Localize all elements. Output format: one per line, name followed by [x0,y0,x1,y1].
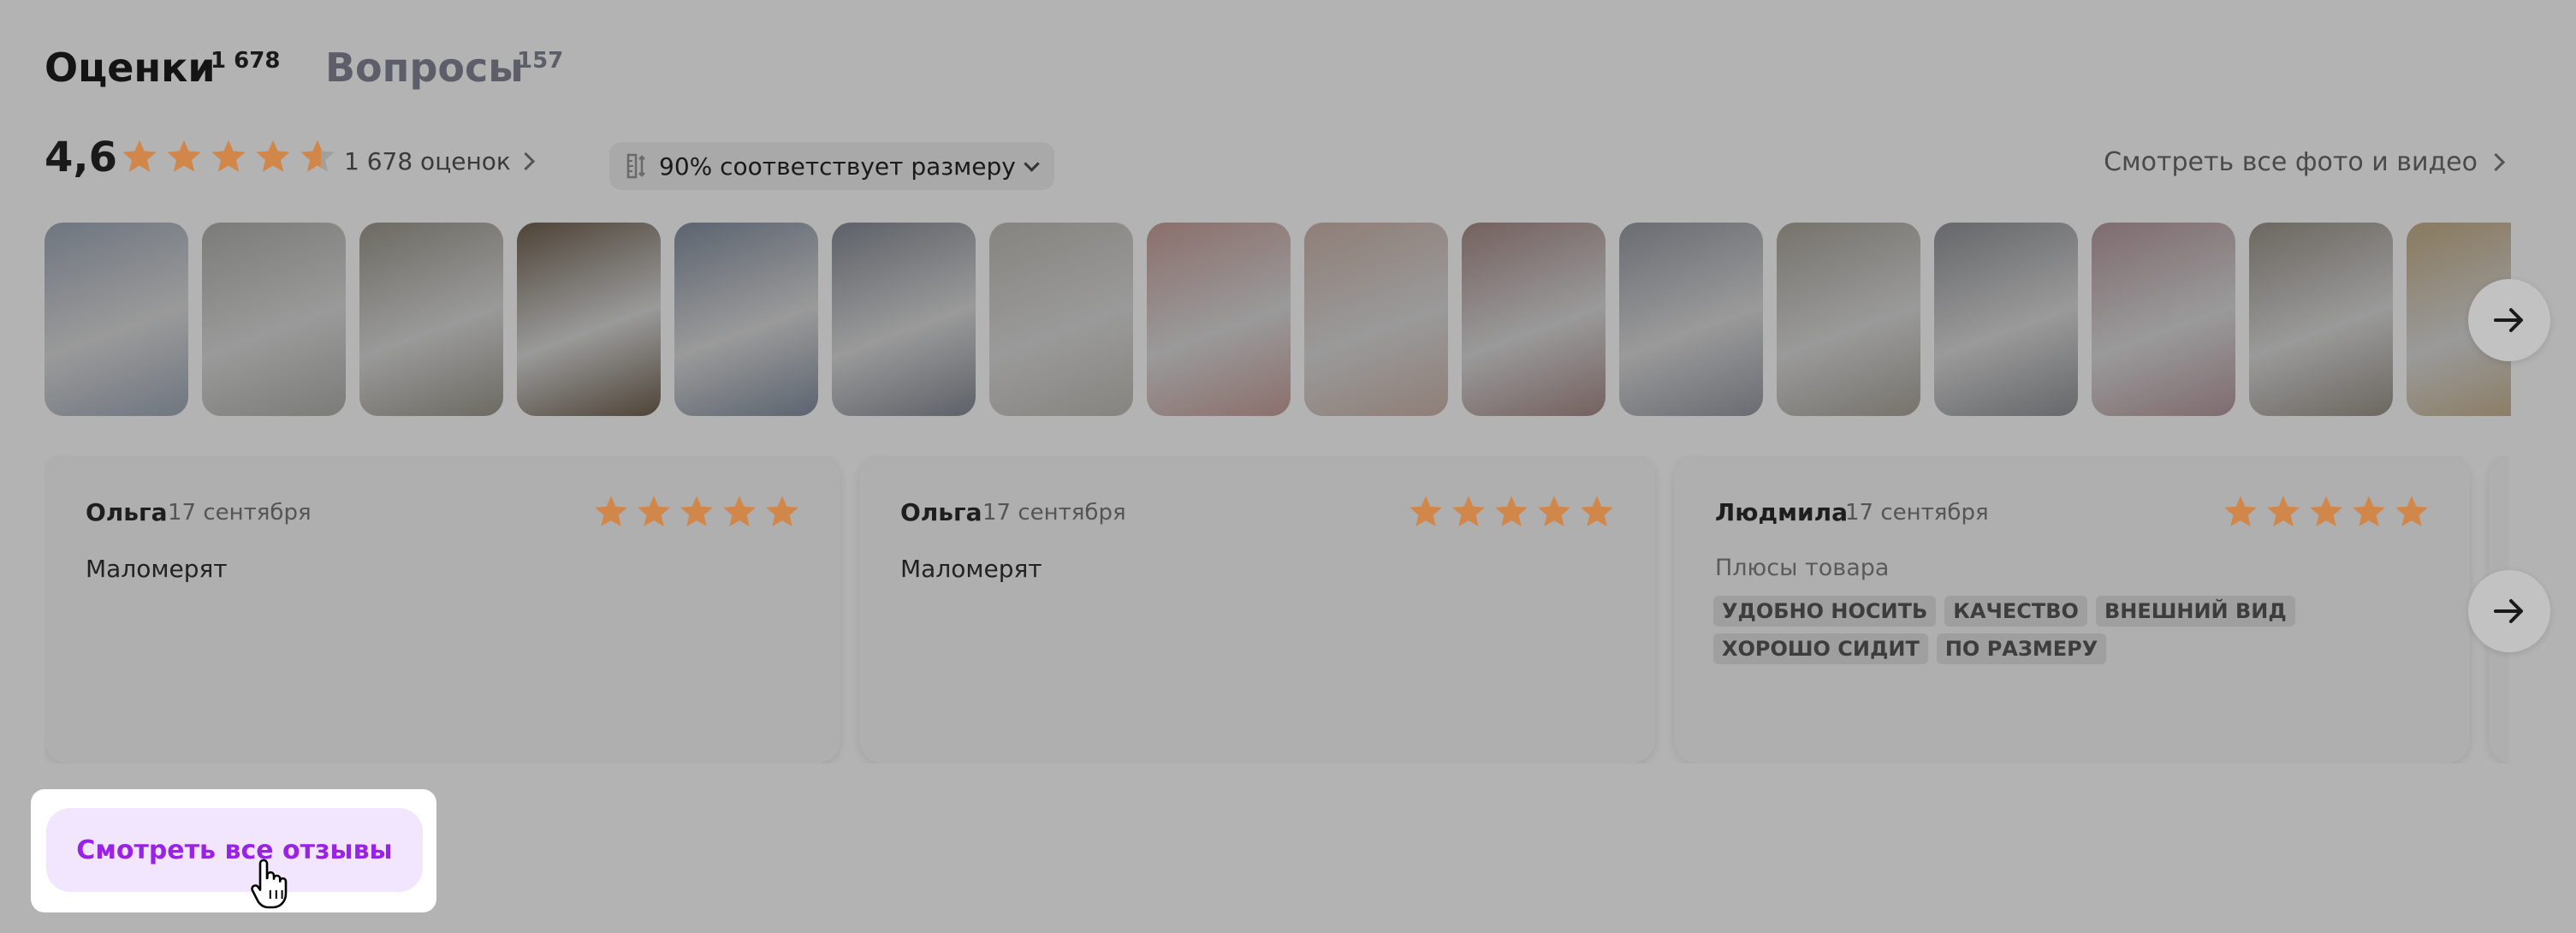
review-date: 17 сентября [982,500,1126,526]
photo-thumbnail[interactable] [832,223,976,416]
review-text: Маломерят [900,555,1042,583]
star-icon [2267,496,2300,527]
review-author: Людмила [1715,498,1848,526]
all-reviews-button[interactable]: Смотреть все отзывы [46,808,423,892]
photo-thumbnail[interactable] [2249,223,2393,416]
star-icon [2224,496,2257,527]
photo-thumbnail[interactable] [1304,223,1448,416]
tab-ratings-count: 1 678 [211,48,281,74]
review-tag: УДОБНО НОСИТЬ [1713,596,1937,627]
hand-cursor-icon [251,859,288,909]
review-tags: УДОБНО НОСИТЬ КАЧЕСТВО ВНЕШНИЙ ВИД ХОРОШ… [1713,596,2449,664]
average-rating: 4,6 [45,134,118,181]
star-icon [1495,496,1528,527]
photo-thumbnail[interactable] [1619,223,1763,416]
review-pros-label: Плюсы товара [1715,555,1890,581]
reviews-carousel: Ольга 17 сентября Маломерят Ольга 17 сен… [45,455,2509,764]
reviews-next-button[interactable] [2468,570,2550,652]
photo-thumbnail[interactable] [1462,223,1606,416]
star-icon [638,496,670,527]
ratings-count-link[interactable]: 1 678 оценок [344,147,535,175]
chevron-down-icon [1024,155,1040,172]
photo-thumbnail[interactable] [202,223,346,416]
star-icon [680,496,713,527]
tab-questions-count: 157 [517,48,564,74]
review-tag: КАЧЕСТВО [1944,596,2087,627]
photo-thumbnail[interactable] [45,223,188,416]
photo-thumbnail[interactable] [674,223,818,416]
arrow-right-icon [2494,599,2523,623]
star-icon [167,140,201,172]
ruler-icon [626,153,645,179]
star-icon [2353,496,2385,527]
review-tag: ПО РАЗМЕРУ [1936,633,2107,664]
star-icon [595,496,627,527]
star-icon [766,496,798,527]
review-card[interactable]: Людмила 17 сентября Плюсы товара УДОБНО … [1674,455,2470,764]
review-text: Маломерят [86,555,228,583]
chevron-right-icon [516,152,535,171]
tab-questions[interactable]: Вопросы [325,45,524,91]
star-icon [211,140,246,172]
star-icon [1581,496,1613,527]
photo-thumbnail[interactable] [517,223,661,416]
star-icon [1410,496,1442,527]
photo-carousel [45,223,2511,416]
review-date: 17 сентября [1845,500,1989,526]
all-photos-label: Смотреть все фото и видео [2104,147,2478,177]
star-icon [300,140,335,172]
size-fit-label: 90% соответствует размеру [659,152,1016,181]
review-stars [592,493,801,531]
star-icon [1452,496,1485,527]
star-icon [2395,496,2428,527]
tab-ratings[interactable]: Оценки [45,45,216,91]
star-icon [723,496,756,527]
size-fit-dropdown[interactable]: 90% соответствует размеру [609,142,1054,190]
review-tag: ХОРОШО СИДИТ [1713,633,1928,664]
review-stars [2222,493,2431,531]
rating-stars [120,137,337,176]
review-author: Ольга [900,498,982,526]
photo-thumbnail[interactable] [1934,223,2078,416]
photo-thumbnail[interactable] [1777,223,1920,416]
all-photos-link[interactable]: Смотреть все фото и видео [2104,147,2506,177]
arrow-right-icon [2494,308,2523,332]
review-stars [1407,493,1616,531]
star-icon [122,140,157,172]
star-icon [2310,496,2342,527]
photo-thumbnail[interactable] [1147,223,1291,416]
review-tag: ВНЕШНИЙ ВИД [2095,596,2295,627]
star-icon [1538,496,1570,527]
review-card[interactable]: Ольга 17 сентября Маломерят [45,455,840,764]
chevron-right-icon [2486,152,2506,172]
photo-thumbnail[interactable] [359,223,503,416]
review-card[interactable]: Ольга 17 сентября Маломерят [859,455,1655,764]
ratings-count-label: 1 678 оценок [344,147,511,175]
review-author: Ольга [86,498,168,526]
photo-thumbnail[interactable] [2092,223,2235,416]
star-icon [256,140,290,172]
review-date: 17 сентября [168,500,312,526]
photos-next-button[interactable] [2468,279,2550,361]
photo-thumbnail[interactable] [989,223,1133,416]
